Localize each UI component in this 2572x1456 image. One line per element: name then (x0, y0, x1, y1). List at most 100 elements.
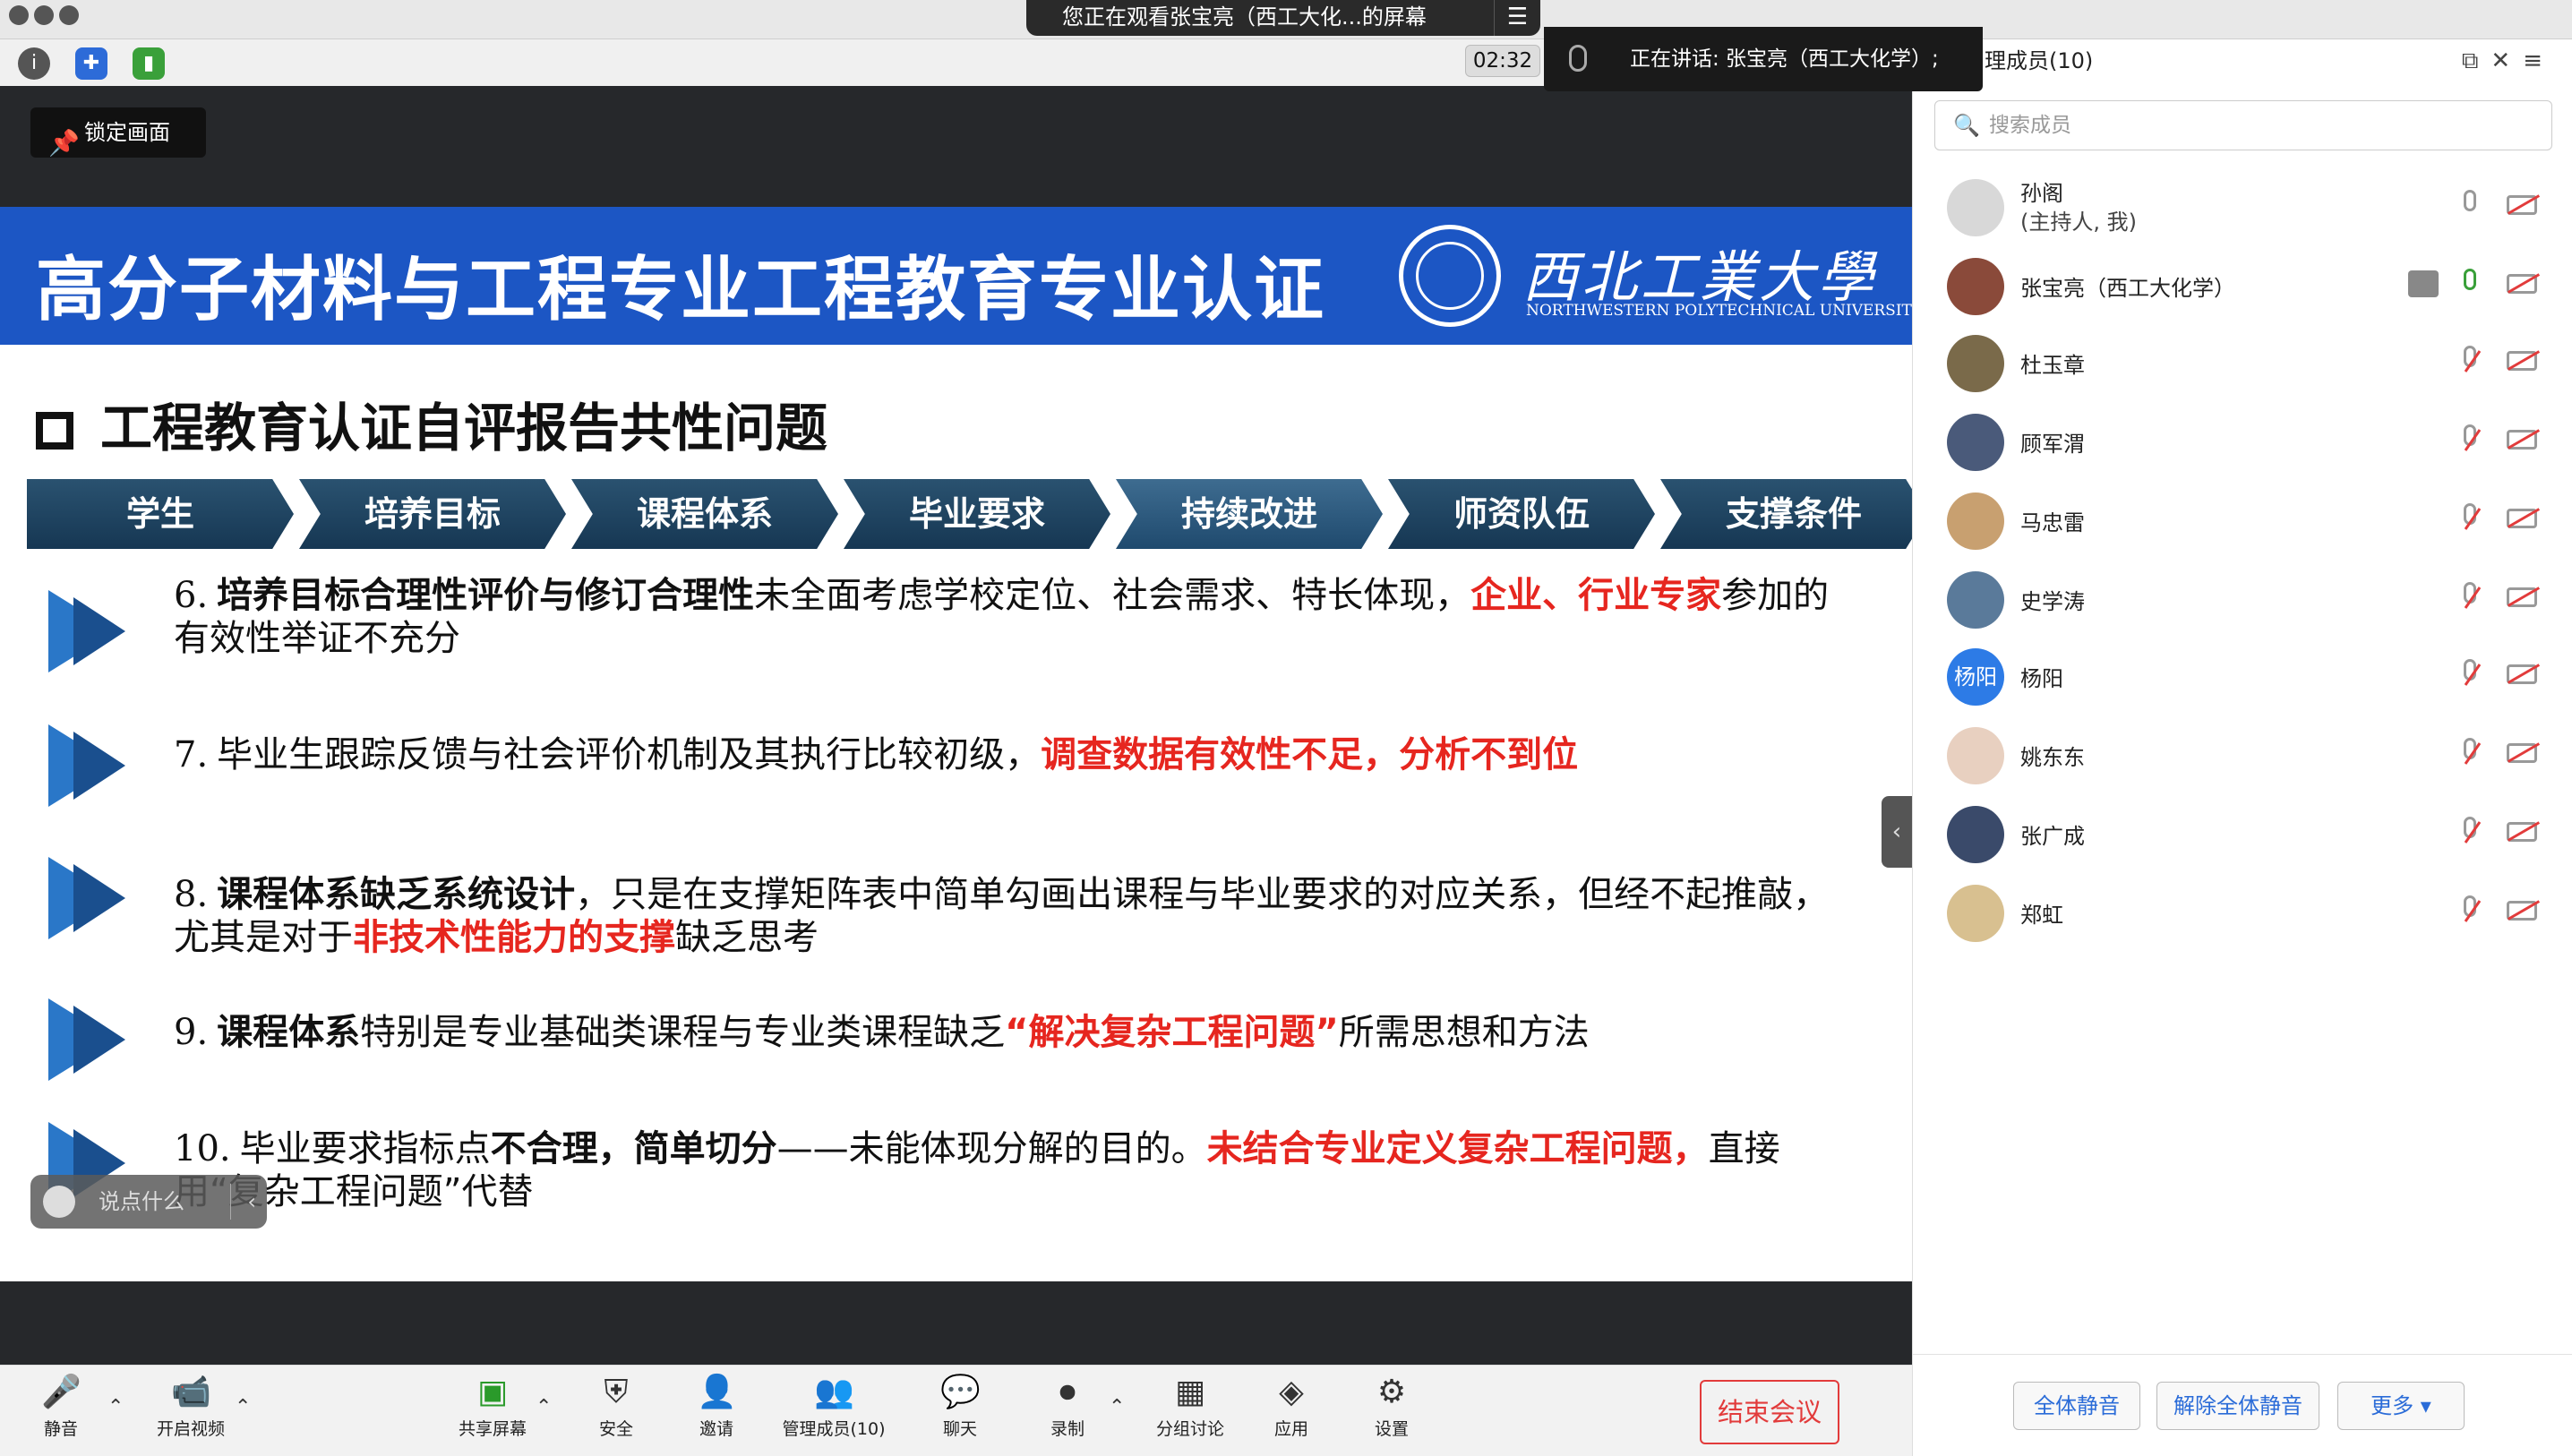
video-off-icon[interactable] (2507, 821, 2541, 842)
video-off-icon[interactable] (2507, 664, 2541, 684)
step-label: 支撑条件 (1725, 494, 1862, 534)
microphone-muted-icon[interactable] (2460, 424, 2482, 457)
participant-row[interactable]: 杜玉章 (1913, 324, 2572, 403)
chevron-up-icon[interactable]: ⌃ (536, 1396, 552, 1418)
popout-icon[interactable]: ⧉ (2462, 47, 2491, 74)
checkbox-icon (36, 412, 73, 450)
lock-screen-label: 锁定画面 (84, 120, 170, 145)
add-user-icon: 👤 (697, 1374, 737, 1410)
invite-label: 邀请 (699, 1419, 733, 1439)
manage-participants-button[interactable]: 👥 管理成员(10) (781, 1373, 887, 1440)
more-button[interactable]: 更多 ▾ (2337, 1382, 2465, 1430)
participant-row[interactable]: 马忠雷 (1913, 482, 2572, 561)
microphone-muted-icon[interactable] (2460, 895, 2482, 928)
participant-row[interactable]: 孙阁 (主持人, 我) (1913, 168, 2572, 247)
participant-name-text: 张宝亮（西工大化学） (2020, 276, 2235, 301)
video-off-icon[interactable] (2507, 587, 2541, 607)
chevron-up-icon[interactable]: ⌃ (107, 1396, 124, 1418)
breakout-rooms-button[interactable]: ▦ 分组讨论 (1152, 1373, 1229, 1440)
record-button[interactable]: ⏺ 录制 (1046, 1373, 1089, 1440)
reaction-chat-pill[interactable]: 说点什么 ‹ (30, 1175, 267, 1229)
maximize-window-button[interactable] (59, 5, 79, 25)
list-icon[interactable]: ☰ (1494, 0, 1540, 36)
security-button[interactable]: ⛨ 安全 (595, 1373, 638, 1440)
video-off-icon[interactable] (2507, 350, 2541, 371)
settings-button[interactable]: ⚙ 设置 (1370, 1373, 1413, 1440)
mute-all-button[interactable]: 全体静音 (2013, 1382, 2140, 1430)
settings-label: 设置 (1374, 1419, 1409, 1439)
end-meeting-button[interactable]: 结束会议 (1700, 1380, 1839, 1444)
member-search-input[interactable]: 🔍 搜索成员 (1934, 100, 2552, 150)
participant-row[interactable]: 姚东东 (1913, 716, 2572, 795)
participant-name: 杜玉章 (2020, 347, 2085, 379)
issue-segment: 缺乏思考 (675, 917, 819, 958)
arrow-icon (48, 590, 147, 672)
step-chevron: 支撑条件 (1660, 479, 1912, 549)
chevron-up-icon[interactable]: ⌃ (235, 1396, 251, 1418)
participant-row[interactable]: 顾军渭 (1913, 403, 2572, 482)
apps-icon: ◈ (1279, 1374, 1304, 1410)
video-off-icon[interactable] (2507, 273, 2541, 294)
mute-button[interactable]: 🎤 静音 (36, 1373, 86, 1440)
step-label: 毕业要求 (908, 494, 1045, 534)
mute-label: 静音 (43, 1419, 78, 1439)
participant-row[interactable]: 张宝亮（西工大化学） (1913, 247, 2572, 326)
participant-name-text: 郑虹 (2020, 903, 2063, 928)
participant-name: 顾军渭 (2020, 426, 2085, 458)
microphone-muted-icon[interactable] (2460, 346, 2482, 378)
video-off-icon[interactable] (2507, 900, 2541, 921)
microphone-muted-icon[interactable] (2460, 738, 2482, 770)
participant-name: 张广成 (2020, 818, 2085, 850)
panel-footer: 全体静音 解除全体静音 更多 ▾ (1913, 1354, 2572, 1456)
issue-segment: 课程体系缺乏系统设计 (217, 874, 576, 915)
chat-button[interactable]: 💬 聊天 (939, 1373, 982, 1440)
chevron-up-icon[interactable]: ⌃ (1109, 1396, 1125, 1418)
search-icon: 🔍 (1953, 113, 1980, 138)
microphone-icon[interactable] (2460, 269, 2480, 301)
invite-button[interactable]: 👤 邀请 (695, 1373, 738, 1440)
close-window-button[interactable] (9, 5, 29, 25)
university-name-en: NORTHWESTERN POLYTECHNICAL UNIVERSITY (1526, 302, 1912, 320)
issue-segment: 非技术性能力的支撑 (353, 917, 675, 958)
participant-name-text: 顾军渭 (2020, 432, 2085, 457)
close-icon[interactable]: ✕ (2491, 47, 2523, 74)
microphone-muted-icon[interactable] (2460, 817, 2482, 849)
issue-segment: 未全面考虑学校定位、社会需求、特长体现， (754, 575, 1471, 616)
share-screen-button[interactable]: ▣ 共享屏幕 (451, 1373, 534, 1440)
apps-button[interactable]: ◈ 应用 (1270, 1373, 1313, 1440)
signal-icon[interactable]: ▮ (133, 47, 165, 80)
video-off-icon[interactable] (2507, 508, 2541, 528)
chevron-left-icon[interactable]: ‹ (247, 1175, 256, 1229)
video-off-icon[interactable] (2507, 429, 2541, 450)
avatar (1947, 258, 2004, 315)
unmute-all-button[interactable]: 解除全体静音 (2156, 1382, 2319, 1430)
chat-input-placeholder[interactable]: 说点什么 (99, 1189, 184, 1214)
emoji-icon[interactable] (43, 1186, 75, 1218)
avatar-initials: 杨阳 (1954, 664, 1997, 689)
menu-icon[interactable]: ≡ (2523, 47, 2555, 74)
participant-row[interactable]: 杨阳 杨阳 (1913, 638, 2572, 716)
issue-segment: 所需思想和方法 (1338, 1012, 1590, 1053)
participants-icon: 👥 (814, 1374, 854, 1410)
participant-row[interactable]: 郑虹 (1913, 874, 2572, 953)
collapse-panel-button[interactable]: ‹ (1882, 796, 1912, 868)
microphone-muted-icon[interactable] (2460, 659, 2482, 691)
microphone-muted-icon[interactable] (2460, 582, 2482, 614)
video-off-icon[interactable] (2507, 742, 2541, 763)
presentation-slide: 高分子材料与工程专业工程教育专业认证 西北工業大學 NORTHWESTERN P… (0, 207, 1912, 1281)
start-video-button[interactable]: 📹 开启视频 (150, 1373, 231, 1440)
microphone-icon[interactable] (2460, 190, 2480, 222)
meeting-controls: 🎤 静音 ⌃ 📹 开启视频 ⌃ ▣ 共享屏幕 ⌃ ⛨ 安全 👤 邀请 👥 管理成员(10) … (0, 1365, 1912, 1456)
member-search-placeholder: 搜索成员 (1989, 114, 2071, 137)
step-label: 课程体系 (636, 494, 773, 534)
lock-screen-button[interactable]: 📌 锁定画面 (30, 107, 206, 158)
info-icon[interactable]: i (18, 47, 50, 80)
participant-row[interactable]: 张广成 (1913, 795, 2572, 874)
microphone-muted-icon[interactable] (2460, 503, 2482, 535)
issue-segment: 课程体系 (217, 1012, 361, 1053)
participant-row[interactable]: 史学涛 (1913, 561, 2572, 639)
video-off-icon[interactable] (2507, 194, 2541, 215)
minimize-window-button[interactable] (34, 5, 54, 25)
avatar (1947, 335, 2004, 392)
shield-icon[interactable]: ✚ (75, 47, 107, 80)
